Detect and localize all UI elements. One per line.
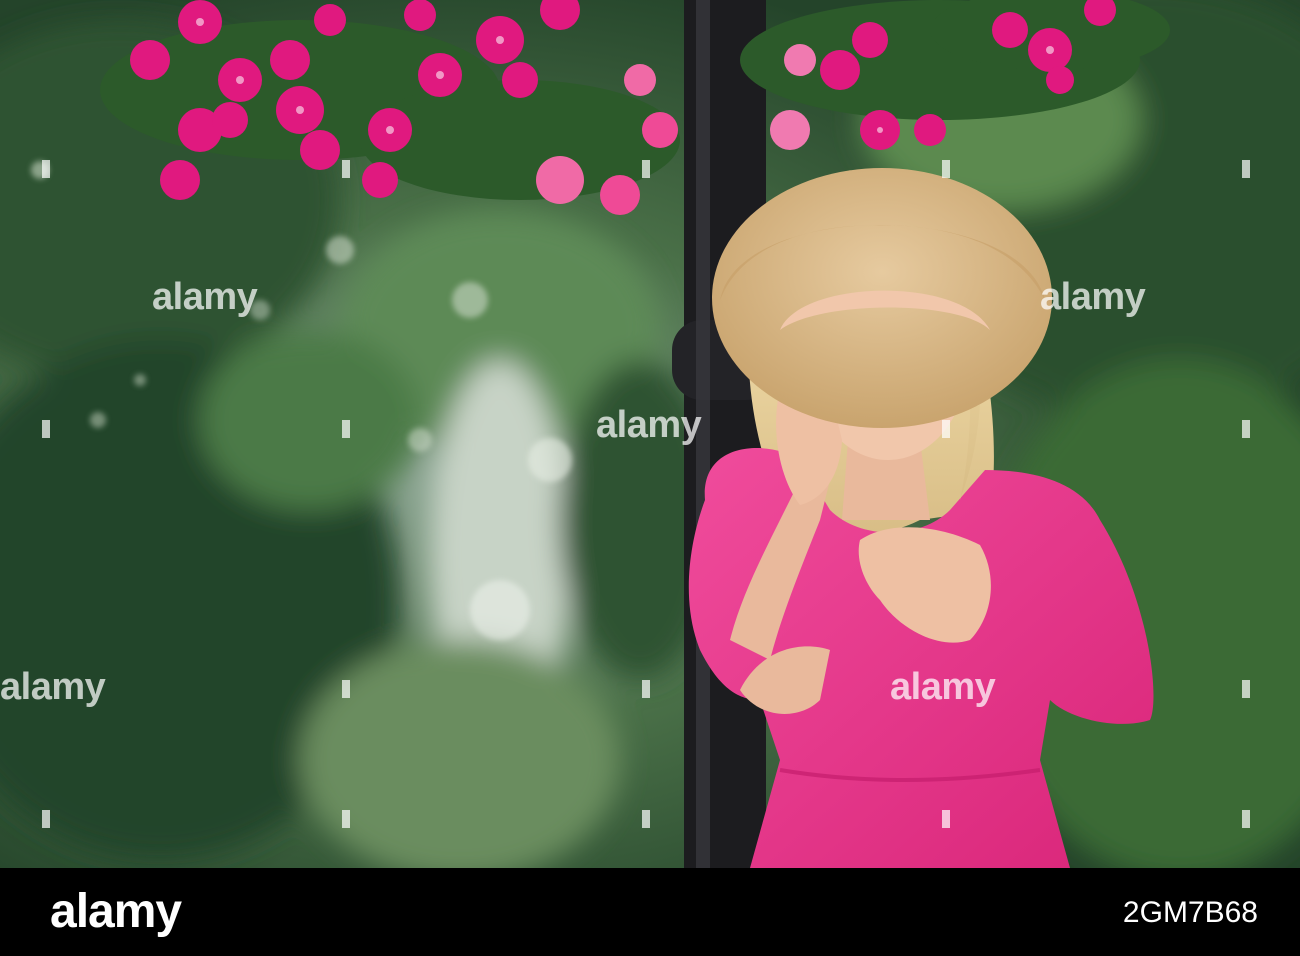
watermark-mark <box>942 160 950 178</box>
footer-bar: alamy 2GM7B68 <box>0 868 1300 956</box>
watermark-mark <box>642 680 650 698</box>
watermark-mark <box>942 420 950 438</box>
watermark-mark <box>342 680 350 698</box>
watermark-mark <box>1242 420 1250 438</box>
watermark-mark <box>642 810 650 828</box>
photo: alamy alamy alamy alamy alamy <box>0 0 1300 868</box>
watermark-mark <box>1242 810 1250 828</box>
watermark-mark <box>42 420 50 438</box>
watermark-mark <box>942 810 950 828</box>
image-id: 2GM7B68 <box>1122 896 1258 929</box>
watermark-mark <box>342 810 350 828</box>
brand-logo[interactable]: alamy <box>50 884 182 940</box>
watermark-mark <box>342 420 350 438</box>
watermark-mark <box>342 160 350 178</box>
watermark-mark <box>42 160 50 178</box>
photo-illustration <box>0 0 1300 868</box>
watermark-mark <box>642 160 650 178</box>
watermark-mark <box>42 810 50 828</box>
watermark-mark <box>1242 680 1250 698</box>
stock-photo-frame: alamy alamy alamy alamy alamy alamy 2GM7… <box>0 0 1300 956</box>
watermark-mark <box>1242 160 1250 178</box>
